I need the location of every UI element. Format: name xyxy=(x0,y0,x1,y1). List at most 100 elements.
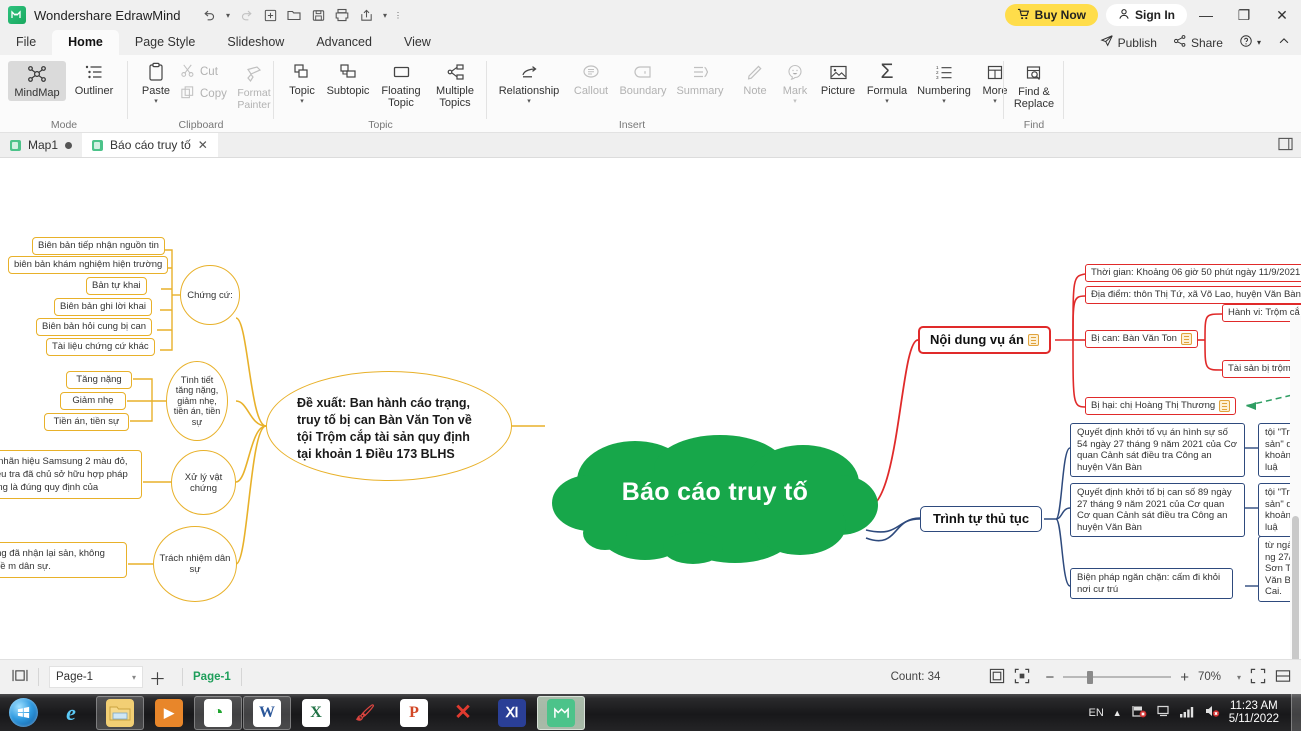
volume-muted-icon[interactable] xyxy=(1204,704,1220,721)
page-tab-label[interactable]: Page-1 xyxy=(193,671,231,683)
share-button[interactable]: Share xyxy=(1167,32,1229,54)
taskbar-edrawmind[interactable] xyxy=(537,695,585,730)
taskbar-cleaner[interactable]: 🖌 xyxy=(341,696,389,730)
signal-bars-icon[interactable] xyxy=(1179,705,1195,721)
branch-chung-cu[interactable]: Chứng cứ: xyxy=(180,265,240,325)
taskbar-excel[interactable]: X xyxy=(292,696,340,730)
export-dropdown-icon[interactable]: ▾ xyxy=(379,4,390,26)
customize-toolbar-icon[interactable]: ⋮ xyxy=(392,4,403,26)
note-attachment-icon[interactable] xyxy=(1219,400,1231,412)
taskbar-file-explorer[interactable] xyxy=(96,695,144,730)
menu-item-home[interactable]: Home xyxy=(52,30,119,55)
ribbon-multiple-topics-button[interactable]: Multiple Topics xyxy=(428,59,482,109)
new-icon[interactable] xyxy=(259,4,281,26)
vertical-scroll-thumb[interactable] xyxy=(1292,516,1299,659)
ribbon-find-replace-button[interactable]: Find & Replace xyxy=(1006,61,1062,110)
taskbar-blue-app[interactable]: Ⅺ xyxy=(488,696,536,730)
menu-item-file[interactable]: File xyxy=(0,30,52,55)
topic-noi-dung-vu-an[interactable]: Nội dung vụ án xyxy=(918,326,1051,354)
flag-action-icon[interactable] xyxy=(1156,704,1170,721)
minimize-button[interactable]: — xyxy=(1187,0,1225,30)
leaf-bien-ban-hoi-cung[interactable]: Biên bản hỏi cung bị can xyxy=(36,318,153,336)
buy-now-button[interactable]: Buy Now xyxy=(1004,4,1098,26)
sign-in-button[interactable]: Sign In xyxy=(1106,4,1187,26)
canvas-vertical-scrollbar[interactable] xyxy=(1290,316,1301,659)
collapse-ribbon-button[interactable] xyxy=(1271,32,1297,54)
mindmap-canvas[interactable]: Báo cáo truy tố Đề xuất: Ban hành cáo tr… xyxy=(0,158,1301,659)
fullscreen-icon[interactable] xyxy=(1250,668,1266,687)
zoom-slider-knob[interactable] xyxy=(1087,670,1094,684)
taskbar-green-app[interactable]: ◔ xyxy=(194,695,242,730)
ribbon-numbering-button[interactable]: 123 Numbering ▾ xyxy=(913,59,975,106)
show-hidden-icons-chevron-icon[interactable]: ▲ xyxy=(1113,708,1122,718)
more-dropdown-icon[interactable]: ▾ xyxy=(993,98,997,105)
numbering-dropdown-icon[interactable]: ▾ xyxy=(942,98,946,105)
print-icon[interactable] xyxy=(331,4,353,26)
doc-tab-bao-cao-truy-to[interactable]: Báo cáo truy tố ✕ xyxy=(82,133,218,157)
undo-dropdown-icon[interactable]: ▾ xyxy=(222,4,233,26)
leaf-tien-an-tien-su[interactable]: Tiền án, tiền sự xyxy=(44,413,129,431)
leaf-bi-hai[interactable]: Bị hại: chị Hoàng Thị Thương xyxy=(1085,397,1237,415)
close-tab-icon[interactable]: ✕ xyxy=(198,138,208,152)
proposal-topic[interactable]: Đề xuất: Ban hành cáo trạng, truy tố bị … xyxy=(266,371,512,481)
leaf-quyet-dinh-khoi-to-bi-can[interactable]: Quyết định khởi tố bị can số 89 ngày 27 … xyxy=(1070,483,1245,537)
zoom-slider[interactable] xyxy=(1063,670,1172,684)
paste-dropdown-icon[interactable]: ▾ xyxy=(154,98,158,105)
leaf-thoi-gian[interactable]: Thời gian: Khoảng 06 giờ 50 phút ngày 11… xyxy=(1085,264,1301,282)
leaf-tai-lieu-chung-cu-khac[interactable]: Tài liệu chứng cứ khác xyxy=(46,338,155,356)
leaf-xu-ly-vat-chung-detail[interactable]: oại di động nhãn hiệu Samsung 2 màu đỏ, … xyxy=(0,450,142,499)
leaf-giam-nhe[interactable]: Giảm nhẹ xyxy=(60,392,126,410)
ribbon-picture-button[interactable]: Picture xyxy=(815,59,861,97)
toggle-side-panel-icon[interactable] xyxy=(1278,137,1293,154)
ribbon-floating-topic-button[interactable]: Floating Topic xyxy=(374,59,428,109)
fit-page-icon[interactable] xyxy=(989,668,1005,687)
leaf-quyet-dinh-khoi-to-vu-an[interactable]: Quyết định khởi tố vụ án hình sự số 54 n… xyxy=(1070,423,1245,477)
doc-tab-map1[interactable]: Map1 xyxy=(0,133,82,157)
ribbon-relationship-button[interactable]: Relationship ▾ xyxy=(491,59,567,105)
help-dropdown-icon[interactable]: ▾ xyxy=(1257,38,1261,47)
menu-item-advanced[interactable]: Advanced xyxy=(300,30,388,55)
network-error-icon[interactable] xyxy=(1131,704,1147,721)
publish-button[interactable]: Publish xyxy=(1094,32,1163,54)
leaf-bien-ban-kham-nghiem[interactable]: biên bản khám nghiệm hiện trường xyxy=(8,256,169,274)
page-selector[interactable]: Page-1 ▾ xyxy=(49,666,143,688)
fit-selection-icon[interactable] xyxy=(1014,668,1030,687)
topic-dropdown-icon[interactable]: ▾ xyxy=(300,98,304,105)
leaf-trach-nhiem-dan-su-detail[interactable]: g Thị Thương đã nhận lại sản, không yêu … xyxy=(0,542,127,578)
taskbar-media-player[interactable]: ▶ xyxy=(145,696,193,730)
page-view-button[interactable] xyxy=(0,669,28,685)
ribbon-paste-button[interactable]: Paste ▾ xyxy=(132,59,180,105)
leaf-bien-ban-ghi-loi-khai[interactable]: Biên bản ghi lời khai xyxy=(54,298,152,316)
maximize-button[interactable]: ❐ xyxy=(1225,0,1263,30)
taskbar-word[interactable]: W xyxy=(243,695,291,730)
ribbon-mindmap-button[interactable]: MindMap xyxy=(8,61,66,101)
undo-icon[interactable] xyxy=(198,4,220,26)
ribbon-subtopic-button[interactable]: Subtopic xyxy=(322,59,374,97)
leaf-bi-can[interactable]: Bị can: Bàn Văn Ton xyxy=(1085,330,1198,348)
leaf-ban-tu-khai[interactable]: Bản tự khai xyxy=(86,277,147,295)
relationship-dropdown-icon[interactable]: ▾ xyxy=(527,98,531,105)
show-desktop-button[interactable] xyxy=(1291,694,1301,731)
leaf-tang-nang[interactable]: Tăng nặng xyxy=(66,371,132,389)
clock[interactable]: 11:23 AM 5/11/2022 xyxy=(1229,700,1285,726)
chevron-down-icon[interactable]: ▾ xyxy=(132,673,136,682)
export-icon[interactable] xyxy=(355,4,377,26)
menu-item-slideshow[interactable]: Slideshow xyxy=(211,30,300,55)
central-topic-cloud[interactable]: Báo cáo truy tố xyxy=(545,433,885,568)
ribbon-topic-button[interactable]: Topic ▾ xyxy=(278,59,326,105)
note-attachment-icon[interactable] xyxy=(1180,333,1192,345)
menu-item-view[interactable]: View xyxy=(388,30,447,55)
help-button[interactable]: ▾ xyxy=(1233,32,1267,54)
tray-language[interactable]: EN xyxy=(1088,707,1103,719)
taskbar-x-app[interactable]: ✕ xyxy=(439,696,487,730)
ribbon-formula-button[interactable]: Σ Formula ▾ xyxy=(861,59,913,105)
close-button[interactable]: ✕ xyxy=(1263,0,1301,30)
zoom-out-button[interactable]: − xyxy=(1045,669,1054,686)
save-icon[interactable] xyxy=(307,4,329,26)
branch-tinh-tiet[interactable]: Tình tiết tăng nặng, giảm nhẹ, tiền án, … xyxy=(166,361,228,441)
add-page-button[interactable]: ＋ xyxy=(143,665,172,690)
leaf-dia-diem[interactable]: Địa điểm: thôn Thị Tứ, xã Võ Lao, huyện … xyxy=(1085,286,1301,304)
topic-trinh-tu-thu-tuc[interactable]: Trình tự thủ tục xyxy=(920,506,1043,532)
formula-dropdown-icon[interactable]: ▾ xyxy=(885,98,889,105)
open-icon[interactable] xyxy=(283,4,305,26)
